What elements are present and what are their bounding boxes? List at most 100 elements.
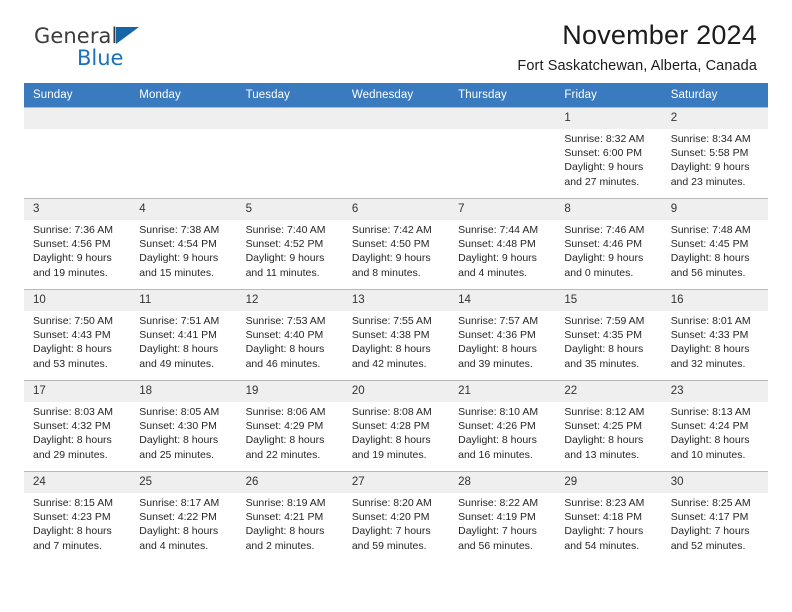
daylight-text-line2: and 49 minutes.: [139, 357, 214, 370]
day-cell-content: 29 Sunrise: 8:23 AM Sunset: 4:18 PM Dayligh…: [555, 472, 662, 562]
calendar-day-cell[interactable]: 17 Sunrise: 8:03 AM Sunset: 4:32 PM Dayligh…: [24, 380, 131, 472]
calendar-day-cell[interactable]: 22 Sunrise: 8:12 AM Sunset: 4:25 PM Dayligh…: [555, 380, 662, 472]
calendar-day-cell[interactable]: [24, 107, 131, 199]
day-cell-content: 2 Sunrise: 8:34 AM Sunset: 5:58 PM Daylight…: [661, 108, 768, 198]
calendar-day-cell[interactable]: 5 Sunrise: 7:40 AM Sunset: 4:52 PM Daylight…: [236, 198, 343, 290]
day-cell-content: 21 Sunrise: 8:10 AM Sunset: 4:26 PM Dayligh…: [449, 381, 556, 471]
calendar-day-cell[interactable]: 21 Sunrise: 8:10 AM Sunset: 4:26 PM Dayligh…: [449, 380, 556, 472]
calendar-day-cell[interactable]: 15 Sunrise: 7:59 AM Sunset: 4:35 PM Dayligh…: [555, 289, 662, 381]
daylight-text-line2: and 16 minutes.: [458, 448, 533, 461]
day-sun-info: Sunrise: 7:38 AM Sunset: 4:54 PM Daylight:…: [130, 220, 236, 280]
calendar-week-row: 17 Sunrise: 8:03 AM Sunset: 4:32 PM Dayligh…: [24, 380, 768, 472]
daylight-text-line1: Daylight: 8 hours: [245, 525, 325, 538]
calendar-day-cell[interactable]: 23 Sunrise: 8:13 AM Sunset: 4:24 PM Dayligh…: [661, 380, 768, 472]
day-sun-info: Sunrise: 7:46 AM Sunset: 4:46 PM Daylight:…: [555, 220, 661, 280]
sunrise-text: Sunrise: 7:44 AM: [458, 224, 539, 236]
sunset-text: Sunset: 4:50 PM: [351, 238, 430, 251]
weekday-header-saturday: Saturday: [661, 83, 768, 108]
calendar-day-cell[interactable]: [130, 107, 237, 199]
calendar-day-cell[interactable]: 28 Sunrise: 8:22 AM Sunset: 4:19 PM Dayligh…: [449, 471, 556, 562]
daylight-text-line1: Daylight: 7 hours: [458, 525, 537, 538]
daylight-text-line2: and 54 minutes.: [564, 539, 640, 552]
calendar-day-cell[interactable]: 20 Sunrise: 8:08 AM Sunset: 4:28 PM Dayligh…: [342, 380, 450, 472]
calendar-day-cell[interactable]: 7 Sunrise: 7:44 AM Sunset: 4:48 PM Daylight…: [449, 198, 556, 290]
calendar-header-row: Sunday Monday Tuesday Wednesday Thursday…: [24, 83, 768, 108]
day-cell-content: 12 Sunrise: 7:53 AM Sunset: 4:40 PM Dayligh…: [236, 290, 343, 380]
day-sun-info: Sunrise: 7:40 AM Sunset: 4:52 PM Daylight:…: [237, 220, 343, 280]
calendar-day-cell[interactable]: 24 Sunrise: 8:15 AM Sunset: 4:23 PM Dayligh…: [24, 471, 131, 562]
sunrise-text: Sunrise: 8:23 AM: [564, 497, 645, 509]
calendar-day-cell[interactable]: 1 Sunrise: 8:32 AM Sunset: 6:00 PM Daylight…: [555, 107, 662, 199]
calendar-day-cell[interactable]: 14 Sunrise: 7:57 AM Sunset: 4:36 PM Dayligh…: [449, 289, 556, 381]
calendar-day-cell[interactable]: 25 Sunrise: 8:17 AM Sunset: 4:22 PM Dayligh…: [130, 471, 237, 562]
daylight-text-line2: and 10 minutes.: [670, 448, 746, 461]
calendar-day-cell[interactable]: 27 Sunrise: 8:20 AM Sunset: 4:20 PM Dayligh…: [342, 471, 450, 562]
sunrise-text: Sunrise: 8:08 AM: [351, 406, 432, 418]
calendar-day-cell[interactable]: 12 Sunrise: 7:53 AM Sunset: 4:40 PM Dayligh…: [236, 289, 343, 381]
sunset-text: Sunset: 4:30 PM: [139, 420, 217, 433]
day-cell-content: [24, 108, 131, 198]
day-sun-info: Sunrise: 8:12 AM Sunset: 4:25 PM Daylight:…: [555, 402, 661, 462]
daylight-text-line1: Daylight: 8 hours: [139, 525, 219, 538]
day-cell-content: 9 Sunrise: 7:48 AM Sunset: 4:45 PM Daylight…: [661, 199, 768, 289]
sunrise-text: Sunrise: 8:13 AM: [670, 406, 751, 418]
daylight-text-line2: and 29 minutes.: [33, 448, 108, 461]
general-blue-logo[interactable]: General Blue: [34, 26, 140, 69]
daylight-text-line2: and 13 minutes.: [564, 448, 640, 461]
day-number: 29: [555, 472, 662, 493]
calendar-day-cell[interactable]: 6 Sunrise: 7:42 AM Sunset: 4:50 PM Daylight…: [342, 198, 450, 290]
daylight-text-line2: and 27 minutes.: [564, 175, 640, 188]
calendar-week-row: 1 Sunrise: 8:32 AM Sunset: 6:00 PM Daylight…: [24, 107, 768, 199]
day-number: 30: [661, 472, 768, 493]
day-number: 1: [555, 108, 662, 129]
sunset-text: Sunset: 5:58 PM: [670, 147, 749, 160]
day-sun-info: Sunrise: 7:42 AM Sunset: 4:50 PM Daylight:…: [343, 220, 449, 280]
calendar-day-cell[interactable]: 26 Sunrise: 8:19 AM Sunset: 4:21 PM Dayligh…: [236, 471, 343, 562]
calendar-day-cell[interactable]: 4 Sunrise: 7:38 AM Sunset: 4:54 PM Daylight…: [130, 198, 237, 290]
day-cell-content: 22 Sunrise: 8:12 AM Sunset: 4:25 PM Dayligh…: [555, 381, 662, 471]
sunset-text: Sunset: 6:00 PM: [564, 147, 643, 160]
day-number: 28: [449, 472, 556, 493]
calendar-day-cell[interactable]: 13 Sunrise: 7:55 AM Sunset: 4:38 PM Dayligh…: [342, 289, 450, 381]
calendar-day-cell[interactable]: [236, 107, 343, 199]
sunrise-text: Sunrise: 8:05 AM: [139, 406, 220, 418]
day-number: [130, 108, 237, 129]
calendar-day-cell[interactable]: 8 Sunrise: 7:46 AM Sunset: 4:46 PM Daylight…: [555, 198, 662, 290]
daylight-text-line1: Daylight: 9 hours: [458, 252, 537, 265]
sunrise-text: Sunrise: 8:12 AM: [564, 406, 645, 418]
calendar-day-cell[interactable]: 10 Sunrise: 7:50 AM Sunset: 4:43 PM Dayligh…: [24, 289, 131, 381]
calendar-day-cell[interactable]: 9 Sunrise: 7:48 AM Sunset: 4:45 PM Daylight…: [661, 198, 768, 290]
day-sun-info: Sunrise: 7:36 AM Sunset: 4:56 PM Daylight:…: [24, 220, 130, 280]
day-sun-info: Sunrise: 7:51 AM Sunset: 4:41 PM Daylight:…: [130, 311, 236, 371]
calendar-day-cell[interactable]: 18 Sunrise: 8:05 AM Sunset: 4:30 PM Dayligh…: [130, 380, 237, 472]
sunrise-text: Sunrise: 8:19 AM: [245, 497, 326, 509]
sunrise-text: Sunrise: 8:10 AM: [458, 406, 539, 418]
sunset-text: Sunset: 4:23 PM: [33, 511, 111, 524]
daylight-text-line1: Daylight: 8 hours: [139, 343, 219, 356]
day-sun-info: Sunrise: 8:32 AM Sunset: 6:00 PM Daylight:…: [555, 129, 661, 189]
calendar-day-cell[interactable]: 16 Sunrise: 8:01 AM Sunset: 4:33 PM Dayligh…: [661, 289, 768, 381]
day-cell-content: 13 Sunrise: 7:55 AM Sunset: 4:38 PM Dayligh…: [342, 290, 450, 380]
sunset-text: Sunset: 4:21 PM: [245, 511, 324, 524]
sunset-text: Sunset: 4:46 PM: [564, 238, 643, 251]
calendar-day-cell[interactable]: 11 Sunrise: 7:51 AM Sunset: 4:41 PM Dayligh…: [130, 289, 237, 381]
daylight-text-line2: and 2 minutes.: [245, 539, 315, 552]
day-number: 18: [130, 381, 237, 402]
sunrise-text: Sunrise: 7:57 AM: [458, 315, 539, 327]
calendar-day-cell[interactable]: 2 Sunrise: 8:34 AM Sunset: 5:58 PM Daylight…: [661, 107, 768, 199]
calendar-day-cell[interactable]: [449, 107, 556, 199]
calendar-day-cell[interactable]: 29 Sunrise: 8:23 AM Sunset: 4:18 PM Dayligh…: [555, 471, 662, 562]
sunrise-text: Sunrise: 7:51 AM: [139, 315, 220, 327]
calendar-day-cell[interactable]: 19 Sunrise: 8:06 AM Sunset: 4:29 PM Dayligh…: [236, 380, 343, 472]
day-sun-info: Sunrise: 8:06 AM Sunset: 4:29 PM Daylight:…: [237, 402, 343, 462]
daylight-text-line2: and 22 minutes.: [245, 448, 321, 461]
calendar-day-cell[interactable]: 30 Sunrise: 8:25 AM Sunset: 4:17 PM Dayligh…: [661, 471, 768, 562]
calendar-day-cell[interactable]: [342, 107, 450, 199]
daylight-text-line2: and 19 minutes.: [33, 266, 108, 279]
day-sun-info: Sunrise: 8:05 AM Sunset: 4:30 PM Daylight:…: [130, 402, 236, 462]
calendar-day-cell[interactable]: 3 Sunrise: 7:36 AM Sunset: 4:56 PM Daylight…: [24, 198, 131, 290]
day-cell-content: 19 Sunrise: 8:06 AM Sunset: 4:29 PM Dayligh…: [236, 381, 343, 471]
day-number: [342, 108, 450, 129]
daylight-text-line1: Daylight: 8 hours: [351, 434, 431, 447]
daylight-text-line1: Daylight: 9 hours: [33, 252, 112, 265]
